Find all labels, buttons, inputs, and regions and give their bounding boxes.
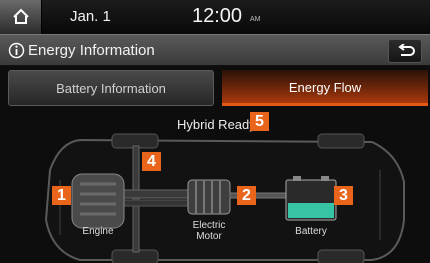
motor-graphic	[187, 179, 231, 215]
tab-battery-information[interactable]: Battery Information	[8, 70, 214, 106]
status-ampm: AM	[250, 16, 261, 23]
battery-label: Battery	[295, 226, 327, 237]
status-date: Jan. 1	[70, 8, 111, 25]
motor-label-line1: Electric	[192, 220, 226, 231]
tab-bar: Battery Information Energy Flow	[0, 70, 430, 108]
wheel-rear-left	[317, 133, 365, 149]
wheel-rear-right	[317, 249, 365, 263]
energy-flow-diagram: Hybrid Ready 5 4 1 2 3 Engine Electric M…	[0, 110, 430, 263]
tab-energy-flow[interactable]: Energy Flow	[222, 70, 428, 106]
engine-graphic	[71, 173, 125, 229]
badge-5: 5	[250, 112, 269, 131]
title-bar: Energy Information	[0, 34, 430, 66]
info-icon	[8, 42, 25, 59]
engine-label: Engine	[82, 226, 114, 237]
badge-1: 1	[52, 186, 71, 205]
home-icon	[13, 8, 29, 24]
badge-3: 3	[334, 186, 353, 205]
hybrid-ready-status: Hybrid Ready	[177, 117, 256, 132]
badge-4: 4	[142, 152, 161, 171]
badge-2: 2	[237, 186, 256, 205]
status-time: 12:00	[192, 5, 243, 27]
status-bar: Jan. 1 12:00 AM	[0, 0, 430, 34]
home-button[interactable]	[0, 0, 42, 34]
screen: Jan. 1 12:00 AM Energy Information Batte…	[0, 0, 430, 263]
back-button[interactable]	[388, 39, 422, 63]
motor-label-line2: Motor	[196, 231, 222, 242]
back-arrow-icon	[398, 44, 415, 56]
battery-charge-fill	[288, 203, 334, 218]
page-title: Energy Information	[28, 42, 155, 59]
